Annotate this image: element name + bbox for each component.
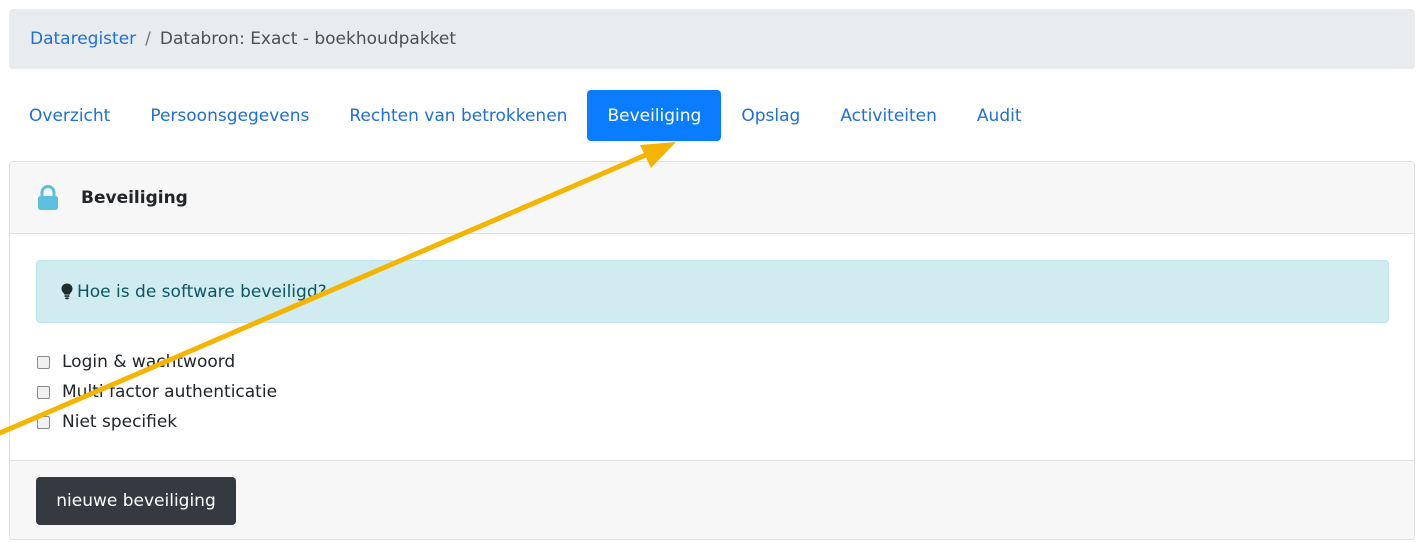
tab-beveiliging[interactable]: Beveiliging [587,90,722,141]
tab-rechten-van-betrokkenen[interactable]: Rechten van betrokkenen [329,90,587,141]
lock-icon [37,184,59,211]
breadcrumb-separator: / [145,29,151,49]
option-label: Multi factor authenticatie [62,382,278,402]
tab-overzicht[interactable]: Overzicht [9,90,130,141]
tab-persoonsgegevens[interactable]: Persoonsgegevens [130,90,329,141]
checkbox[interactable] [37,385,50,399]
security-options: Login & wachtwoord Multi factor authenti… [37,347,277,437]
card-footer: nieuwe beveiliging [10,460,1414,539]
alert-text: Hoe is de software beveiligd? [77,281,327,302]
option-niet-specifiek[interactable]: Niet specifiek [37,407,277,437]
card-header: Beveiliging [10,162,1414,234]
security-card: Beveiliging Hoe is de software beveiligd… [9,161,1415,540]
breadcrumb: Dataregister / Databron: Exact - boekhou… [9,9,1415,69]
new-security-button[interactable]: nieuwe beveiliging [36,477,236,525]
option-label: Niet specifiek [62,412,178,432]
option-login-wachtwoord[interactable]: Login & wachtwoord [37,347,277,377]
tab-bar: Overzicht Persoonsgegevens Rechten van b… [9,90,1042,141]
card-body: Hoe is de software beveiligd? Login & wa… [10,234,1414,460]
breadcrumb-link-dataregister[interactable]: Dataregister [30,29,136,49]
lightbulb-icon [61,283,73,300]
breadcrumb-current: Databron: Exact - boekhoudpakket [159,29,457,49]
checkbox[interactable] [37,415,50,429]
info-alert: Hoe is de software beveiligd? [36,260,1389,323]
checkbox[interactable] [37,355,50,369]
option-label: Login & wachtwoord [62,352,236,372]
option-multi-factor[interactable]: Multi factor authenticatie [37,377,277,407]
tab-activiteiten[interactable]: Activiteiten [820,90,957,141]
tab-audit[interactable]: Audit [957,90,1042,141]
card-title: Beveiliging [81,187,188,208]
tab-opslag[interactable]: Opslag [721,90,820,141]
